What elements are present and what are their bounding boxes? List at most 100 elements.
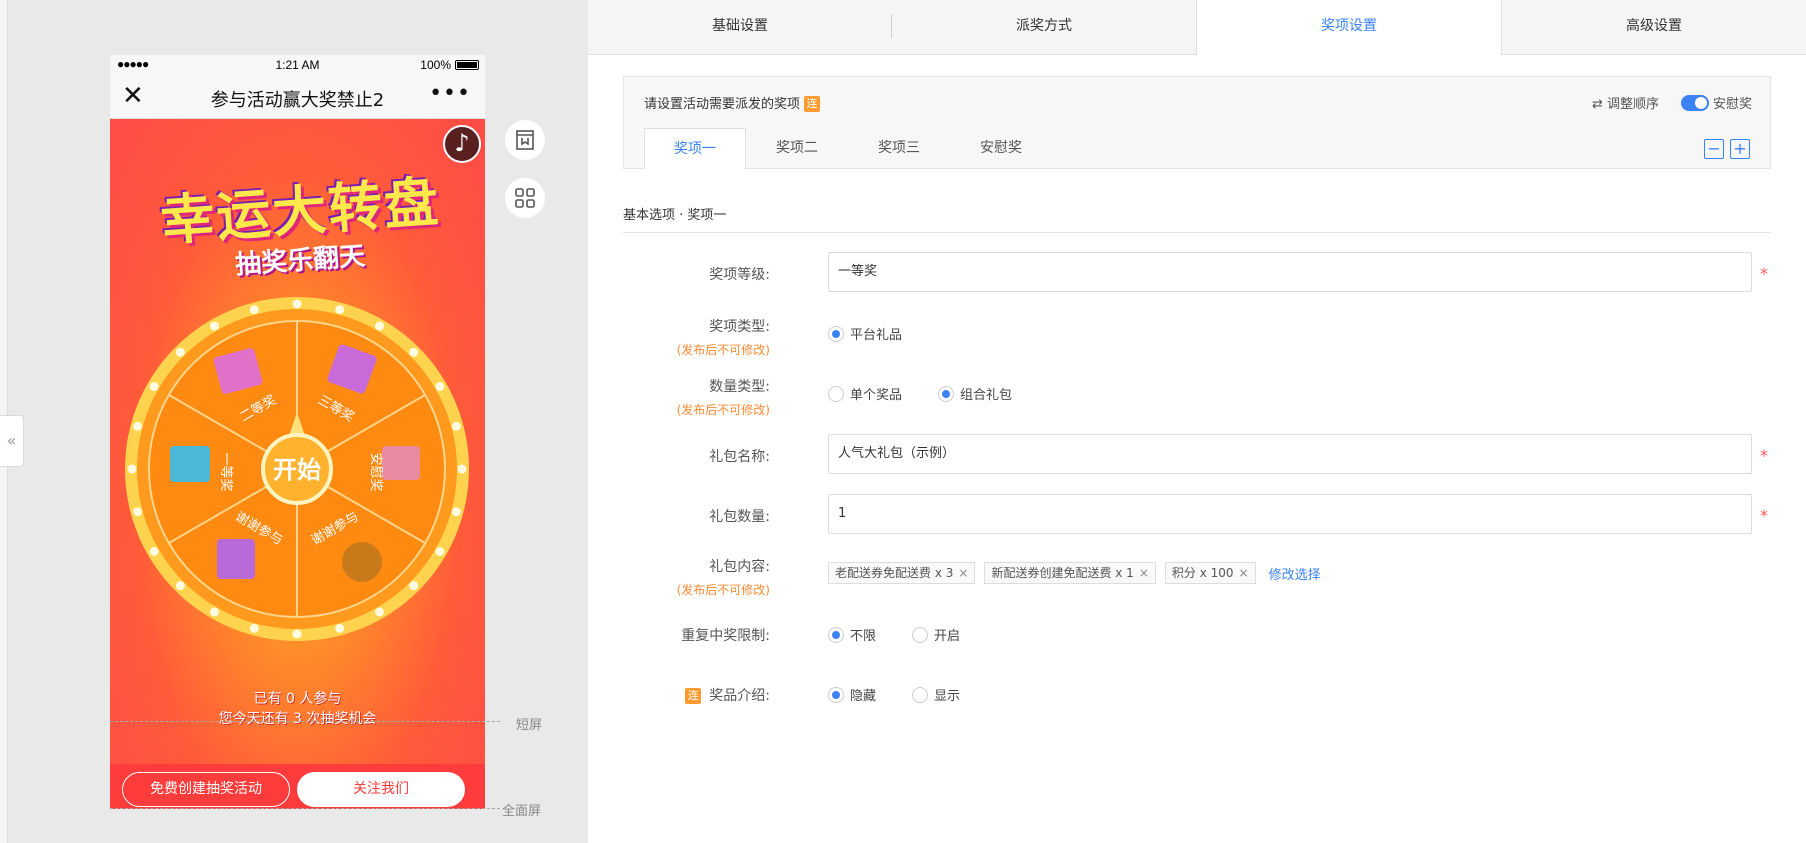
wheel-bulb xyxy=(435,382,445,391)
wheel-bulb xyxy=(175,581,185,591)
wheel-bulb xyxy=(457,464,467,474)
wheel-bulb xyxy=(133,507,143,517)
pack-name-label: 礼包名称: xyxy=(709,449,770,465)
save-icon-button[interactable] xyxy=(505,120,545,160)
prize-label: 一等奖 xyxy=(219,452,234,491)
participants-info: 已有 0 人参与 您今天还有 3 次抽奖机会 xyxy=(110,689,485,729)
toggle-label: 安慰奖 xyxy=(1712,97,1752,112)
radio-label: 组合礼包 xyxy=(960,388,1013,403)
chip-label: 积分 x 100 xyxy=(1171,566,1234,580)
full-screen-label: 全面屏 xyxy=(502,804,542,819)
prize-label: 安慰奖 xyxy=(369,452,384,491)
prize-intro-label: 连奖品介绍: xyxy=(623,685,770,705)
pack-quantity-input[interactable]: 1 xyxy=(828,494,1752,534)
wheel-bulb xyxy=(409,581,419,591)
consolation-toggle[interactable]: 安慰奖 xyxy=(1680,93,1752,112)
radio-icon[interactable] xyxy=(828,686,844,703)
card-header-text: 请设置活动需要派发的奖项 xyxy=(644,97,801,112)
collapse-panel-button[interactable]: « xyxy=(0,415,24,467)
modify-selection-link[interactable]: 修改选择 xyxy=(1269,564,1321,583)
remaining-chances: 您今天还有 3 次抽奖机会 xyxy=(218,711,377,727)
start-label[interactable]: 开始 xyxy=(273,457,321,484)
quantity-type-options: 单个奖品 组合礼包 xyxy=(828,384,1012,403)
wheel-bulb xyxy=(249,623,259,633)
wheel-bulb xyxy=(249,305,259,315)
lottery-game-area: ♪ 幸运大转盘 抽奖乐翻天 三等奖 安慰奖 谢谢参与 谢谢参与 一等奖 二等奖 … xyxy=(110,119,485,809)
label-text: 数量类型: xyxy=(709,379,770,395)
radio-bundle[interactable]: 组合礼包 xyxy=(938,384,1012,403)
subtab-prize-3[interactable]: 奖项三 xyxy=(848,128,950,169)
wheel-bulb xyxy=(451,507,461,517)
radio-unlimited[interactable]: 不限 xyxy=(828,625,876,644)
game-banner: 幸运大转盘 抽奖乐翻天 xyxy=(140,167,460,280)
food-icon xyxy=(342,542,382,582)
section-divider xyxy=(623,232,1771,233)
radio-label: 隐藏 xyxy=(850,689,877,704)
wheel-bulb xyxy=(149,382,159,391)
wheel-bulb xyxy=(133,421,143,431)
label-text: 礼包内容: xyxy=(709,559,770,575)
radio-icon[interactable] xyxy=(828,626,844,643)
create-activity-button[interactable]: 免费创建抽奖活动 xyxy=(122,772,290,807)
tab-label: 基础设置 xyxy=(712,18,768,34)
wheel-bulb xyxy=(375,321,384,331)
tab-advanced[interactable]: 高级设置 xyxy=(1502,0,1806,54)
phone-button-row: 免费创建抽奖活动 关注我们 xyxy=(110,764,485,809)
follow-us-button[interactable]: 关注我们 xyxy=(297,772,465,807)
radio-enable-limit[interactable]: 开启 xyxy=(912,625,960,644)
subtab-prize-2[interactable]: 奖项二 xyxy=(746,128,848,169)
prize-card: 请设置活动需要派发的奖项连 ⇄ 调整顺序 安慰奖 奖项一 奖项二 奖项三 安慰奖… xyxy=(623,76,1771,169)
add-prize-button[interactable]: + xyxy=(1730,139,1750,159)
grid-icon xyxy=(515,188,535,208)
remove-chip-icon[interactable]: × xyxy=(958,566,968,580)
battery-icon xyxy=(455,60,479,70)
radio-single-item[interactable]: 单个奖品 xyxy=(828,384,902,403)
settings-tabs: 基础设置 派奖方式 奖项设置 高级设置 xyxy=(588,0,1806,55)
subtab-consolation[interactable]: 安慰奖 xyxy=(950,128,1052,169)
more-icon[interactable]: ••• xyxy=(429,81,471,106)
wheel-bulb xyxy=(292,629,302,639)
immutable-note: (发布后不可修改) xyxy=(676,403,770,417)
tab-delivery[interactable]: 派奖方式 xyxy=(892,0,1196,54)
remove-chip-icon[interactable]: × xyxy=(1139,566,1149,580)
quantity-type-label: 数量类型: (发布后不可修改) xyxy=(623,376,770,418)
wheel-bulb xyxy=(335,305,345,315)
chip-label: 老配送券免配送费 x 3 xyxy=(835,566,954,580)
radio-icon[interactable] xyxy=(912,686,929,703)
wheel-bulb xyxy=(149,547,159,556)
toggle-icon[interactable] xyxy=(1680,95,1709,111)
radio-icon[interactable] xyxy=(828,325,844,342)
remove-prize-button[interactable]: − xyxy=(1704,139,1724,159)
chain-badge: 连 xyxy=(804,96,821,112)
label-text: 奖项类型: xyxy=(709,319,770,335)
radio-hide[interactable]: 隐藏 xyxy=(828,685,876,704)
radio-platform-gift[interactable]: 平台礼品 xyxy=(828,324,902,343)
remove-chip-icon[interactable]: × xyxy=(1239,566,1249,580)
radio-icon[interactable] xyxy=(912,626,929,643)
pack-quantity-label: 礼包数量: xyxy=(709,509,770,525)
radio-icon[interactable] xyxy=(828,385,844,402)
radio-label: 单个奖品 xyxy=(850,388,903,403)
repeat-limit-label: 重复中奖限制: xyxy=(681,628,770,644)
pack-name-input[interactable]: 人气大礼包（示例） xyxy=(828,434,1752,474)
grid-icon-button[interactable] xyxy=(505,178,545,218)
radio-icon[interactable] xyxy=(938,385,955,402)
content-chip: 积分 x 100 × xyxy=(1164,562,1256,584)
pack-content-chips: 老配送券免配送费 x 3 × 新配送券创建免配送费 x 1 × 积分 x 100 × … xyxy=(828,562,1321,584)
gift-icon xyxy=(382,446,420,480)
tab-prize-settings[interactable]: 奖项设置 xyxy=(1196,0,1502,55)
music-icon[interactable]: ♪ xyxy=(443,125,481,163)
short-screen-label: 短屏 xyxy=(516,718,543,733)
tab-basic[interactable]: 基础设置 xyxy=(588,0,892,54)
radio-show[interactable]: 显示 xyxy=(912,685,960,704)
content-chip: 新配送券创建免配送费 x 1 × xyxy=(984,562,1156,584)
subtab-prize-1[interactable]: 奖项一 xyxy=(644,128,746,169)
reorder-button[interactable]: ⇄ 调整顺序 xyxy=(1592,93,1659,112)
card-actions: ⇄ 调整顺序 安慰奖 xyxy=(1592,93,1752,112)
wheel-bulb xyxy=(409,347,419,357)
wheel-bulb xyxy=(210,607,219,617)
tab-label: 高级设置 xyxy=(1626,18,1682,34)
prize-level-input[interactable]: 一等奖 xyxy=(828,252,1752,292)
chip-label: 新配送券创建免配送费 x 1 xyxy=(991,566,1134,580)
full-screen-line xyxy=(110,808,500,809)
